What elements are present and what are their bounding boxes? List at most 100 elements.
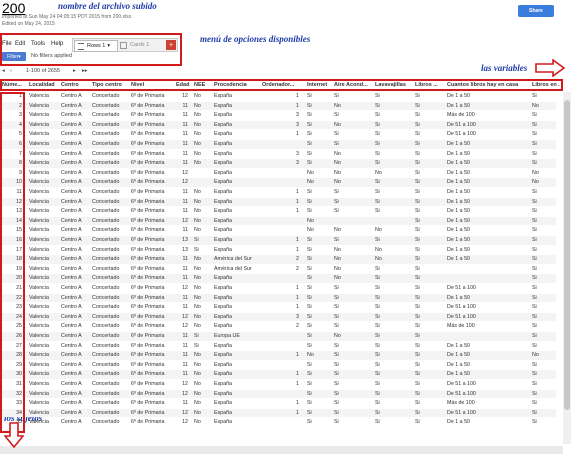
table-cell: Centro A [61,304,82,311]
table-row[interactable]: 28 Valencia Centro A Concertado 6º de Primar… [0,351,556,360]
table-row[interactable]: 27 Valencia Centro A Concertado 6º de Primar… [0,342,556,351]
table-cell: Si [375,285,380,291]
table-cell: Si [307,131,312,138]
table-cell: 6º de Primaria [131,150,165,157]
table-row[interactable]: 17 Valencia Centro A Concertado 6º de Primar… [0,246,556,255]
last-page-icon[interactable]: ▸▸ [82,68,88,74]
table-row[interactable]: 18 Valencia Centro A Concertado 6º de Primar… [0,255,556,264]
table-row[interactable]: 15 Valencia Centro A Concertado 6º de Primar… [0,226,556,235]
table-cell: Si [415,93,420,99]
table-row[interactable]: 7 Valencia Centro A Concertado 6º de Primari… [0,150,556,159]
table-cell: No [194,400,201,407]
table-cell: De 1 a 50 [447,342,470,349]
table-cell: Si [194,333,199,339]
table-cell: No [334,227,341,234]
table-row[interactable]: 31 Valencia Centro A Concertado 6º de Primar… [0,380,556,389]
table-row[interactable]: 1 Valencia Centro A Concertado 6º de Primari… [0,92,556,101]
table-row[interactable]: 5 Valencia Centro A Concertado 6º de Primari… [0,130,556,139]
table-cell: 11 [182,304,189,311]
table-row[interactable]: 2 Valencia Centro A Concertado 6º de Primari… [0,101,556,111]
table-row[interactable]: 19 Valencia Centro A Concertado 6º de Primar… [0,265,556,274]
table-cell: No [194,371,201,378]
horizontal-scrollbar[interactable] [0,446,563,454]
table-cell: España [214,227,232,234]
table-row[interactable]: 16 Valencia Centro A Concertado 6º de Primar… [0,236,556,245]
table-cell: Si [375,371,380,378]
table-cell: Concertado [92,409,120,416]
table-cell: 11 [182,265,189,272]
table-cell: 12 [182,93,188,99]
table-cell: 6º de Primaria [131,342,165,349]
table-row[interactable]: 20 Valencia Centro A Concertado 6º de Primar… [0,274,556,283]
table-cell: Si [415,265,420,272]
table-cell: Si [415,112,420,119]
table-row[interactable]: 24 Valencia Centro A Concertado 6º de Primar… [0,312,556,322]
table-row[interactable]: 35 Valencia Centro A Concertado 6º de Primar… [0,418,556,427]
table-row[interactable]: 3 Valencia Centro A Concertado 6º de Primari… [0,111,556,120]
table-row[interactable]: 9 Valencia Centro A Concertado 6º de Primari… [0,169,556,178]
table-row[interactable]: 30 Valencia Centro A Concertado 6º de Primar… [0,370,556,379]
table-cell: 1 [296,304,299,311]
table-cell: España [214,112,232,119]
table-cell: Centro A [61,121,82,128]
table-row[interactable]: 26 Valencia Centro A Concertado 6º de Primar… [0,332,556,341]
table-cell: Si [415,198,420,205]
next-page-icon[interactable]: ▸ [73,68,76,74]
table-cell: 11 [182,160,189,167]
table-cell: Centro A [61,313,82,320]
table-cell: Valencia [29,352,49,359]
table-cell: Más de 100 [447,400,475,407]
vertical-scroll-thumb[interactable] [564,100,570,410]
table-cell: Si [415,323,420,330]
table-row[interactable]: 13 Valencia Centro A Concertado 6º de Primar… [0,207,556,216]
table-cell: España [214,179,232,186]
table-cell: Concertado [92,361,120,368]
table-row[interactable]: 33 Valencia Centro A Concertado 6º de Primar… [0,399,556,408]
table-row[interactable]: 4 Valencia Centro A Concertado 6º de Primari… [0,120,556,130]
table-cell: 6º de Primaria [131,102,165,109]
prev-page-icon[interactable]: ‹ [10,68,12,74]
table-cell: Concertado [92,169,120,176]
table-cell: Centro A [61,323,82,330]
table-cell: Si [415,285,420,291]
table-cell: No [194,313,201,320]
table-cell: Si [375,409,380,416]
table-cell: Si [415,179,420,186]
table-cell: Valencia [29,333,49,339]
table-cell: De 1 a 50 [447,102,470,109]
table-row[interactable]: 12 Valencia Centro A Concertado 6º de Primar… [0,197,556,207]
table-cell: 11 [182,189,189,195]
table-cell: 6º de Primaria [131,294,165,301]
table-cell: Si [334,294,339,301]
table-row[interactable]: 8 Valencia Centro A Concertado 6º de Primari… [0,159,556,168]
table-cell: Si [375,121,380,128]
table-row[interactable]: 6 Valencia Centro A Concertado 6º de Primari… [0,140,556,149]
table-cell: 11 [182,361,189,368]
table-row[interactable]: 29 Valencia Centro A Concertado 6º de Primar… [0,361,556,370]
table-cell: Si [307,102,312,109]
table-row[interactable]: 25 Valencia Centro A Concertado 6º de Primar… [0,322,556,331]
table-row[interactable]: 22 Valencia Centro A Concertado 6º de Primar… [0,293,556,303]
table-cell: Valencia [29,400,49,407]
table-cell: Concertado [92,304,120,311]
table-cell: De 51 a 100 [447,131,476,138]
table-row[interactable]: 32 Valencia Centro A Concertado 6º de Primar… [0,389,556,399]
table-cell: Si [532,217,537,224]
table-row[interactable]: 21 Valencia Centro A Concertado 6º de Primar… [0,284,556,293]
table-row[interactable]: 11 Valencia Centro A Concertado 6º de Primar… [0,188,556,197]
table-row[interactable]: 14 Valencia Centro A Concertado 6º de Primar… [0,216,556,226]
table-row[interactable]: 10 Valencia Centro A Concertado 6º de Primar… [0,178,556,187]
table-cell: 12 [182,390,188,397]
table-row[interactable]: 34 Valencia Centro A Concertado 6º de Primar… [0,408,556,418]
table-cell: Concertado [92,275,120,282]
table-cell: 6º de Primaria [131,198,165,205]
table-cell: Si [532,342,537,349]
table-cell: No [194,160,201,167]
share-button[interactable]: Share [518,5,554,17]
table-cell: Si [307,333,312,339]
table-cell: Si [415,150,420,157]
table-cell: Si [307,390,312,397]
first-page-icon[interactable]: ◂ [2,68,5,74]
table-row[interactable]: 23 Valencia Centro A Concertado 6º de Primar… [0,303,556,312]
table-cell: 11 [182,342,189,349]
